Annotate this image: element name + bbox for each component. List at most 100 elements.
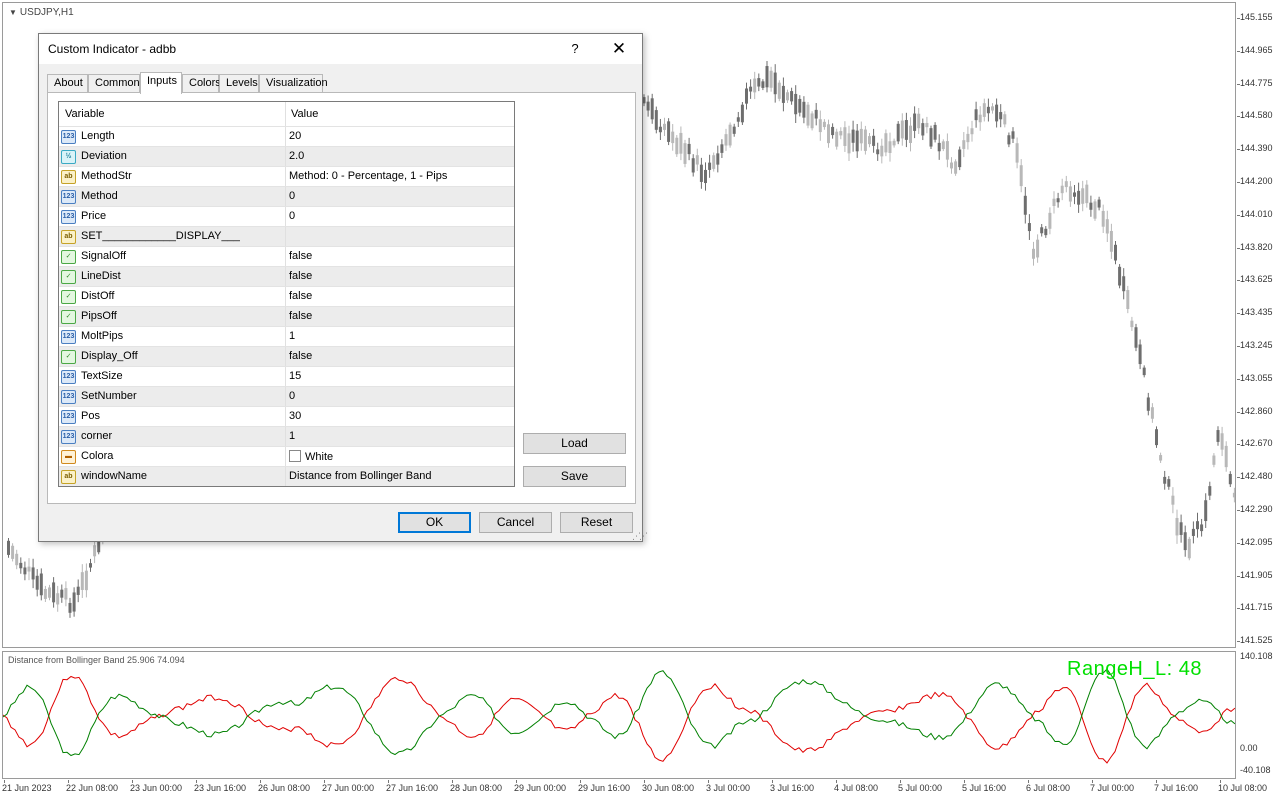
parameter-row[interactable]: ✓ Display_Off false — [59, 346, 514, 367]
time-axis[interactable]: 21 Jun 2023 22 Jun 08:00 23 Jun 00:00 23 Ju… — [0, 780, 1280, 800]
column-header-variable[interactable]: Variable — [65, 108, 105, 120]
parameter-row[interactable]: 123 corner 1 — [59, 426, 514, 447]
candle-body — [745, 88, 748, 104]
time-label: 10 Jul 08:00 — [1218, 783, 1268, 793]
parameter-value[interactable]: 0 — [289, 210, 295, 222]
parameter-value[interactable]: White — [289, 450, 333, 463]
tab-common[interactable]: Common — [88, 74, 140, 93]
tab-levels[interactable]: Levels — [219, 74, 259, 93]
dialog-titlebar[interactable]: Custom Indicator - adbb ? ✕ — [39, 34, 642, 64]
candle-body — [888, 141, 892, 153]
parameter-row[interactable]: 123 Method 0 — [59, 186, 514, 207]
cell-divider — [285, 347, 286, 367]
candle-body — [1134, 327, 1138, 348]
candle-body — [31, 567, 35, 580]
time-label: 21 Jun 2023 — [2, 783, 52, 793]
time-label: 5 Jul 16:00 — [962, 783, 1007, 793]
color-swatch[interactable] — [289, 450, 301, 462]
load-button[interactable]: Load — [523, 433, 626, 454]
candle-body — [1052, 198, 1056, 206]
cancel-button[interactable]: Cancel — [479, 512, 552, 533]
candle-body — [765, 66, 769, 88]
candle-body — [933, 124, 937, 140]
candle-body — [761, 81, 765, 88]
tab-colors[interactable]: Colors — [182, 74, 221, 93]
cell-divider — [285, 407, 286, 427]
parameter-row[interactable]: 123 MoltPips 1 — [59, 326, 514, 347]
parameter-value[interactable]: Method: 0 - Percentage, 1 - Pips — [289, 170, 447, 182]
parameter-value[interactable]: false — [289, 350, 312, 362]
column-header-value[interactable]: Value — [291, 108, 318, 120]
parameter-value[interactable]: 15 — [289, 370, 301, 382]
parameter-row[interactable]: ▬ Colora White — [59, 446, 514, 467]
tab-inputs[interactable]: Inputs — [140, 72, 182, 94]
parameter-row[interactable]: 123 Length 20 — [59, 126, 514, 147]
parameter-row[interactable]: ab windowName Distance from Bollinger Band — [59, 466, 514, 486]
color-name: White — [305, 451, 334, 463]
parameter-row[interactable]: ✓ DistOff false — [59, 286, 514, 307]
parameter-name: corner — [81, 430, 113, 442]
time-label: 7 Jul 16:00 — [1154, 783, 1199, 793]
parameter-value[interactable]: 0 — [289, 190, 295, 202]
parameter-value[interactable]: false — [289, 290, 312, 302]
candle-body — [1077, 190, 1081, 205]
parameter-row[interactable]: ab MethodStr Method: 0 - Percentage, 1 - P… — [59, 166, 514, 187]
candle-body — [913, 113, 917, 131]
candle-body — [1220, 433, 1224, 450]
ok-button[interactable]: OK — [398, 512, 471, 533]
candle-body — [966, 133, 970, 143]
parameter-row[interactable]: ½ Deviation 2.0 — [59, 146, 514, 167]
indicator-line-green — [3, 668, 1235, 757]
parameter-value[interactable]: false — [289, 310, 312, 322]
parameter-value[interactable]: 1 — [289, 430, 295, 442]
parameter-row[interactable]: ✓ LineDist false — [59, 266, 514, 287]
time-label: 30 Jun 08:00 — [642, 783, 695, 793]
price-axis[interactable]: 145.155 144.965 144.775 144.580 144.390 144.2… — [1237, 2, 1280, 648]
candle-body — [1191, 528, 1195, 536]
candle-body — [39, 573, 43, 596]
tab-visualization[interactable]: Visualization — [259, 74, 328, 93]
parameter-value[interactable]: 2.0 — [289, 150, 304, 162]
resize-grip-icon[interactable]: ⋰⋰ — [632, 531, 648, 542]
indicator-panel[interactable]: Distance from Bollinger Band 25.906 74.0… — [2, 651, 1236, 779]
parameter-row[interactable]: 123 Pos 30 — [59, 406, 514, 427]
parameter-value[interactable]: false — [289, 270, 312, 282]
candle-body — [1130, 320, 1134, 328]
parameter-name: MethodStr — [81, 170, 132, 182]
help-button[interactable]: ? — [563, 38, 587, 60]
parameters-grid: Variable Value 123 Length 20 ½ Deviation 2.0 a… — [58, 101, 515, 487]
indicator-axis-label: 140.108 — [1240, 651, 1273, 661]
parameter-value[interactable]: false — [289, 250, 312, 262]
candle-body — [716, 153, 720, 165]
parameter-value[interactable]: 1 — [289, 330, 295, 342]
cell-divider — [285, 467, 286, 486]
candle-body — [19, 562, 23, 569]
column-divider[interactable] — [285, 102, 286, 126]
parameter-name: windowName — [81, 470, 148, 482]
candle-body — [1081, 188, 1085, 204]
parameter-value[interactable]: 0 — [289, 390, 295, 402]
parameter-row[interactable]: ab SET____________DISPLAY___ — [59, 226, 514, 247]
candle-body — [1118, 266, 1122, 286]
candle-body — [1150, 407, 1154, 419]
close-button[interactable]: ✕ — [605, 38, 633, 60]
parameter-row[interactable]: 123 SetNumber 0 — [59, 386, 514, 407]
time-label: 27 Jun 00:00 — [322, 783, 375, 793]
candle-body — [84, 570, 88, 591]
tab-about[interactable]: About — [47, 74, 88, 93]
candle-body — [27, 566, 31, 572]
parameter-value[interactable]: Distance from Bollinger Band — [289, 470, 431, 482]
candle-body — [699, 164, 703, 182]
parameter-value[interactable]: 20 — [289, 130, 301, 142]
parameter-row[interactable]: ✓ PipsOff false — [59, 306, 514, 327]
parameter-row[interactable]: ✓ SignalOff false — [59, 246, 514, 267]
time-label: 6 Jul 08:00 — [1026, 783, 1071, 793]
save-button[interactable]: Save — [523, 466, 626, 487]
cell-divider — [285, 427, 286, 447]
parameter-row[interactable]: 123 TextSize 15 — [59, 366, 514, 387]
reset-button[interactable]: Reset — [560, 512, 633, 533]
integer-type-icon: 123 — [61, 370, 76, 384]
parameter-value[interactable]: 30 — [289, 410, 301, 422]
parameter-row[interactable]: 123 Price 0 — [59, 206, 514, 227]
time-label: 28 Jun 08:00 — [450, 783, 503, 793]
